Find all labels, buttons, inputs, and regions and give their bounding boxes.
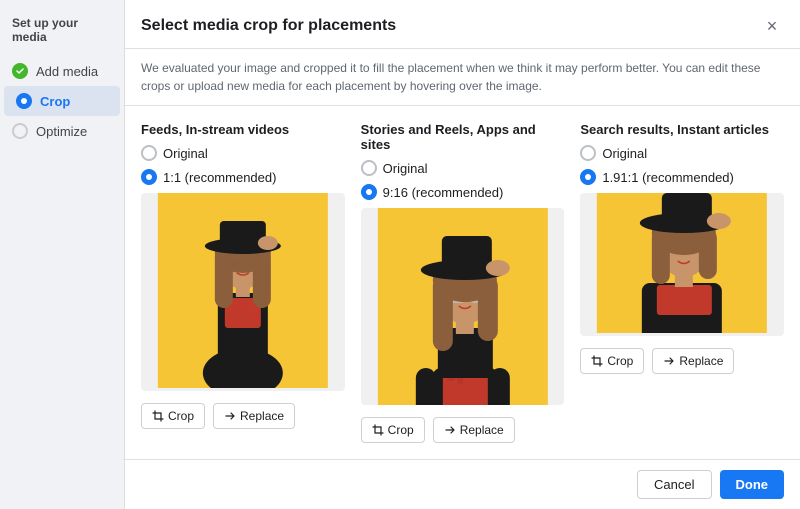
action-buttons-search: Crop Replace [580, 348, 784, 374]
placement-title-search: Search results, Instant articles [580, 122, 784, 137]
replace-button-feeds-label: Replace [240, 409, 284, 423]
radio-recommended-feeds[interactable]: 1:1 (recommended) [141, 169, 345, 185]
dialog-body: Feeds, In-stream videos Original 1:1 (re… [125, 106, 800, 459]
crop-button-feeds-label: Crop [168, 409, 194, 423]
sidebar-item-optimize[interactable]: Optimize [0, 116, 124, 146]
replace-button-feeds[interactable]: Replace [213, 403, 295, 429]
image-search [580, 193, 784, 336]
radio-label-recommended-search: 1.91:1 (recommended) [602, 170, 734, 185]
sidebar-title: Set up your media [0, 16, 124, 56]
crop-button-stories[interactable]: Crop [361, 417, 425, 443]
crop-button-search-label: Crop [607, 354, 633, 368]
dialog-footer: Cancel Done [125, 459, 800, 509]
crop-button-search[interactable]: Crop [580, 348, 644, 374]
radio-label-original-search: Original [602, 146, 647, 161]
photo-search [580, 193, 784, 333]
cancel-button[interactable]: Cancel [637, 470, 711, 499]
sidebar-item-crop[interactable]: Crop [4, 86, 120, 116]
add-media-icon [12, 63, 28, 79]
crop-button-stories-label: Crop [388, 423, 414, 437]
radio-recommended-stories[interactable]: 9:16 (recommended) [361, 184, 565, 200]
dialog-header: Select media crop for placements × [125, 0, 800, 49]
placement-card-stories: Stories and Reels, Apps and sites Origin… [361, 122, 565, 443]
crop-icon-stories [372, 424, 384, 436]
image-stories [361, 208, 565, 405]
replace-button-search-label: Replace [679, 354, 723, 368]
placement-title-stories: Stories and Reels, Apps and sites [361, 122, 565, 152]
radio-circle-recommended-stories [361, 184, 377, 200]
crop-step-icon [16, 93, 32, 109]
radio-original-search[interactable]: Original [580, 145, 784, 161]
sidebar-item-crop-label: Crop [40, 94, 70, 109]
photo-stories [361, 208, 565, 405]
replace-button-stories[interactable]: Replace [433, 417, 515, 443]
radio-label-recommended-feeds: 1:1 (recommended) [163, 170, 276, 185]
sidebar-item-add-media[interactable]: Add media [0, 56, 124, 86]
crop-button-feeds[interactable]: Crop [141, 403, 205, 429]
radio-circle-original-stories [361, 160, 377, 176]
dialog-description: We evaluated your image and cropped it t… [125, 49, 800, 106]
radio-label-recommended-stories: 9:16 (recommended) [383, 185, 504, 200]
radio-circle-recommended-search [580, 169, 596, 185]
replace-icon-search [663, 355, 675, 367]
replace-icon-stories [444, 424, 456, 436]
sidebar: Set up your media Add media Crop Optimiz… [0, 0, 125, 509]
action-buttons-feeds: Crop Replace [141, 403, 345, 429]
dialog-title: Select media crop for placements [141, 17, 396, 35]
radio-original-feeds[interactable]: Original [141, 145, 345, 161]
replace-icon-feeds [224, 410, 236, 422]
replace-button-search[interactable]: Replace [652, 348, 734, 374]
dialog: Select media crop for placements × We ev… [125, 0, 800, 509]
sidebar-item-add-media-label: Add media [36, 64, 98, 79]
sidebar-item-optimize-label: Optimize [36, 124, 87, 139]
image-feeds [141, 193, 345, 391]
optimize-step-icon [12, 123, 28, 139]
close-button[interactable]: × [760, 14, 784, 38]
placement-card-feeds: Feeds, In-stream videos Original 1:1 (re… [141, 122, 345, 443]
radio-original-stories[interactable]: Original [361, 160, 565, 176]
radio-circle-recommended-feeds [141, 169, 157, 185]
placement-title-feeds: Feeds, In-stream videos [141, 122, 345, 137]
radio-circle-original-search [580, 145, 596, 161]
action-buttons-stories: Crop Replace [361, 417, 565, 443]
radio-recommended-search[interactable]: 1.91:1 (recommended) [580, 169, 784, 185]
radio-label-original-feeds: Original [163, 146, 208, 161]
placement-card-search: Search results, Instant articles Origina… [580, 122, 784, 443]
crop-icon-search [591, 355, 603, 367]
radio-circle-original-feeds [141, 145, 157, 161]
photo-feeds [141, 193, 345, 388]
radio-label-original-stories: Original [383, 161, 428, 176]
replace-button-stories-label: Replace [460, 423, 504, 437]
crop-icon-feeds [152, 410, 164, 422]
done-button[interactable]: Done [720, 470, 785, 499]
